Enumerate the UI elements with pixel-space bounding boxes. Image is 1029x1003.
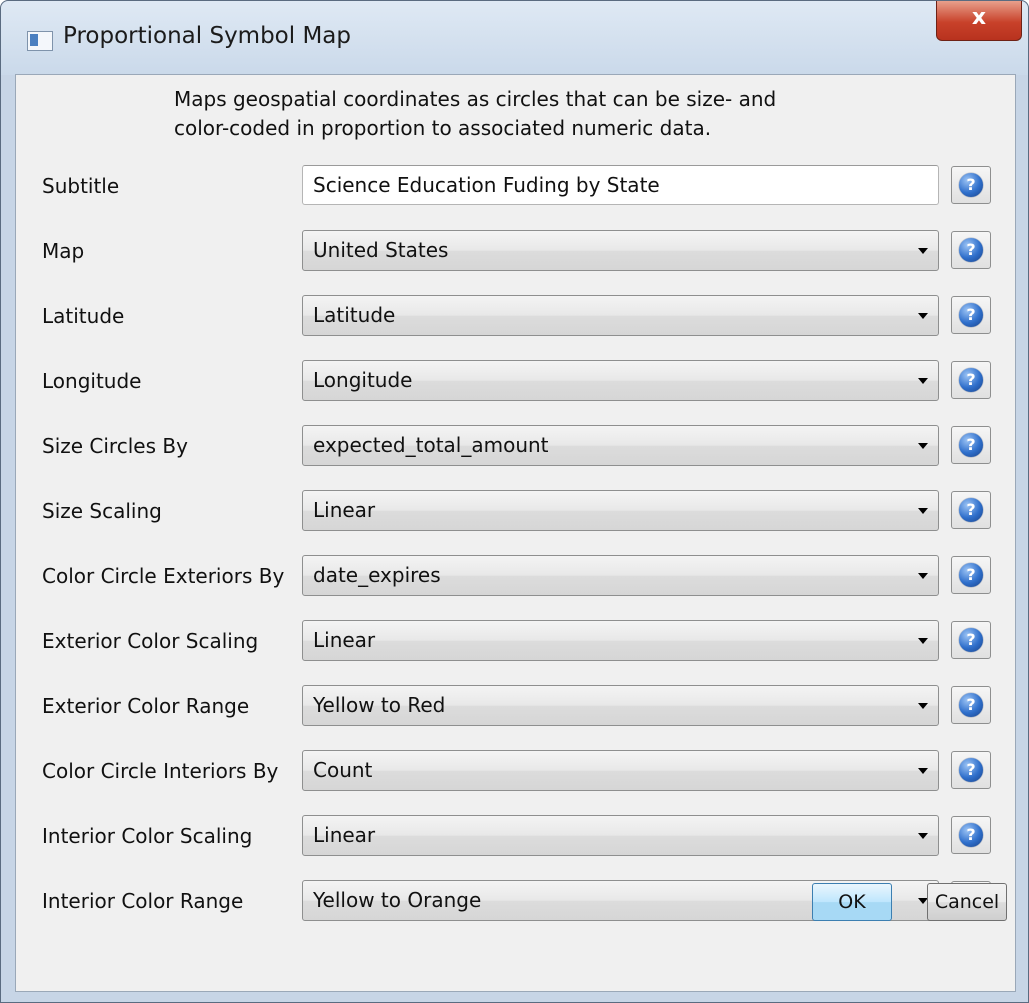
color-circle-exteriors-by-help-button[interactable]: ? bbox=[951, 556, 991, 594]
map-help-button[interactable]: ? bbox=[951, 231, 991, 269]
latitude-label: Latitude bbox=[42, 304, 125, 328]
map-select-value: United States bbox=[313, 238, 449, 262]
exterior-color-range-help-button[interactable]: ? bbox=[951, 686, 991, 724]
help-icon: ? bbox=[959, 173, 983, 197]
description-line: color-coded in proportion to associated … bbox=[174, 116, 712, 140]
chevron-down-icon bbox=[918, 378, 928, 384]
interior-color-scaling-label: Interior Color Scaling bbox=[42, 824, 253, 848]
chevron-down-icon bbox=[918, 768, 928, 774]
chevron-down-icon bbox=[918, 443, 928, 449]
ok-button[interactable]: OK bbox=[812, 883, 892, 921]
subtitle-label: Subtitle bbox=[42, 174, 120, 198]
help-icon: ? bbox=[959, 238, 983, 262]
color-circle-exteriors-by-label: Color Circle Exteriors By bbox=[42, 564, 285, 588]
window-app-icon bbox=[27, 31, 53, 51]
size-scaling-select[interactable]: Linear bbox=[302, 490, 939, 531]
exterior-color-scaling-select-value: Linear bbox=[313, 628, 376, 652]
interior-color-scaling-select-value: Linear bbox=[313, 823, 376, 847]
description-line: Maps geospatial coordinates as circles t… bbox=[174, 87, 777, 111]
map-select[interactable]: United States bbox=[302, 230, 939, 271]
latitude-select[interactable]: Latitude bbox=[302, 295, 939, 336]
chevron-down-icon bbox=[918, 703, 928, 709]
size-circles-by-label: Size Circles By bbox=[42, 434, 188, 458]
help-icon: ? bbox=[959, 563, 983, 587]
exterior-color-scaling-help-button[interactable]: ? bbox=[951, 621, 991, 659]
help-icon: ? bbox=[959, 433, 983, 457]
close-icon: x bbox=[971, 5, 987, 30]
latitude-help-button[interactable]: ? bbox=[951, 296, 991, 334]
size-scaling-label: Size Scaling bbox=[42, 499, 162, 523]
map-label: Map bbox=[42, 239, 85, 263]
help-icon: ? bbox=[959, 693, 983, 717]
size-scaling-help-button[interactable]: ? bbox=[951, 491, 991, 529]
exterior-color-scaling-label: Exterior Color Scaling bbox=[42, 629, 259, 653]
color-circle-interiors-by-select-value: Count bbox=[313, 758, 373, 782]
exterior-color-range-select-value: Yellow to Red bbox=[313, 693, 446, 717]
dialog-window: Proportional Symbol Map x Maps geospatia… bbox=[0, 0, 1029, 1003]
dialog-body: Maps geospatial coordinates as circles t… bbox=[15, 74, 1016, 992]
exterior-color-range-label: Exterior Color Range bbox=[42, 694, 250, 718]
interior-color-range-select-value: Yellow to Orange bbox=[313, 888, 482, 912]
chevron-down-icon bbox=[918, 313, 928, 319]
chevron-down-icon bbox=[918, 833, 928, 839]
cancel-button[interactable]: Cancel bbox=[927, 883, 1007, 921]
latitude-select-value: Latitude bbox=[313, 303, 396, 327]
longitude-select[interactable]: Longitude bbox=[302, 360, 939, 401]
color-circle-interiors-by-help-button[interactable]: ? bbox=[951, 751, 991, 789]
help-icon: ? bbox=[959, 498, 983, 522]
exterior-color-scaling-select[interactable]: Linear bbox=[302, 620, 939, 661]
longitude-select-value: Longitude bbox=[313, 368, 413, 392]
subtitle-input[interactable]: Science Education Fuding by State bbox=[302, 165, 939, 205]
interior-color-scaling-select[interactable]: Linear bbox=[302, 815, 939, 856]
size-scaling-select-value: Linear bbox=[313, 498, 376, 522]
close-button[interactable]: x bbox=[936, 1, 1022, 41]
interior-color-range-label: Interior Color Range bbox=[42, 889, 244, 913]
color-circle-exteriors-by-select-value: date_expires bbox=[313, 563, 441, 587]
help-icon: ? bbox=[959, 758, 983, 782]
description-text: Maps geospatial coordinates as circles t… bbox=[174, 85, 874, 143]
subtitle-help-button[interactable]: ? bbox=[951, 166, 991, 204]
help-icon: ? bbox=[959, 823, 983, 847]
color-circle-exteriors-by-select[interactable]: date_expires bbox=[302, 555, 939, 596]
size-circles-by-help-button[interactable]: ? bbox=[951, 426, 991, 464]
help-icon: ? bbox=[959, 303, 983, 327]
help-icon: ? bbox=[959, 368, 983, 392]
color-circle-interiors-by-select[interactable]: Count bbox=[302, 750, 939, 791]
longitude-help-button[interactable]: ? bbox=[951, 361, 991, 399]
size-circles-by-select[interactable]: expected_total_amount bbox=[302, 425, 939, 466]
longitude-label: Longitude bbox=[42, 369, 142, 393]
chevron-down-icon bbox=[918, 508, 928, 514]
help-icon: ? bbox=[959, 628, 983, 652]
window-title: Proportional Symbol Map bbox=[63, 23, 351, 49]
chevron-down-icon bbox=[918, 638, 928, 644]
color-circle-interiors-by-label: Color Circle Interiors By bbox=[42, 759, 279, 783]
chevron-down-icon bbox=[918, 573, 928, 579]
size-circles-by-select-value: expected_total_amount bbox=[313, 433, 549, 457]
title-bar[interactable]: Proportional Symbol Map x bbox=[1, 1, 1028, 75]
exterior-color-range-select[interactable]: Yellow to Red bbox=[302, 685, 939, 726]
interior-color-scaling-help-button[interactable]: ? bbox=[951, 816, 991, 854]
chevron-down-icon bbox=[918, 248, 928, 254]
